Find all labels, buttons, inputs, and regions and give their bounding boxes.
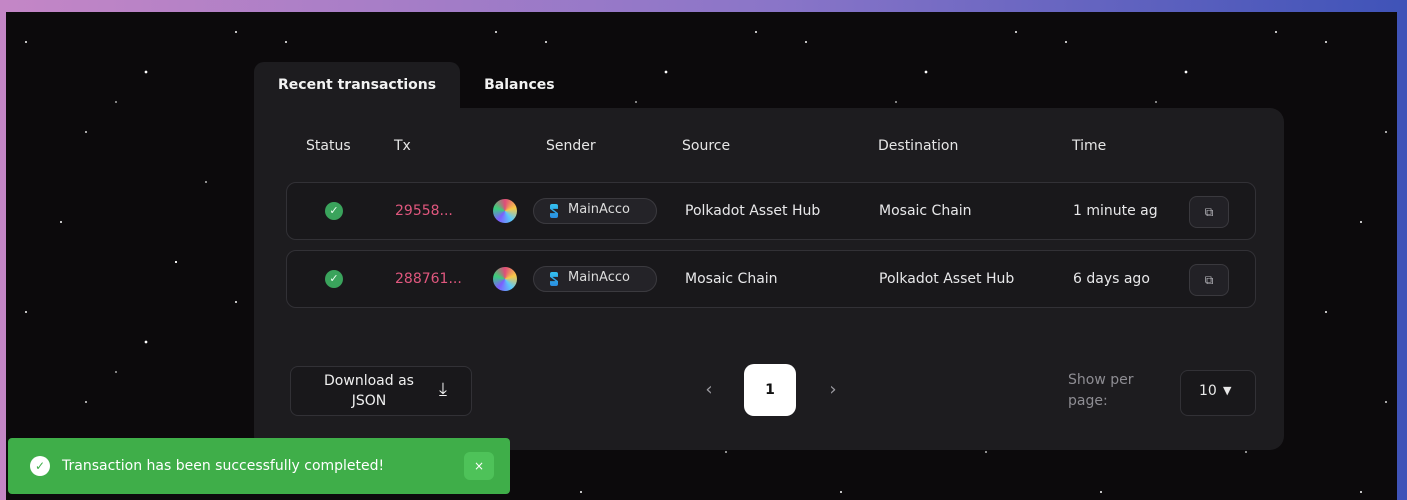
per-page-value: 10 bbox=[1199, 383, 1217, 399]
destination-chain: Polkadot Asset Hub bbox=[879, 271, 1015, 287]
account-logo-icon bbox=[550, 272, 558, 286]
sender-account-chip[interactable]: MainAcco bbox=[533, 198, 657, 224]
prev-page-button[interactable]: ‹ bbox=[684, 364, 734, 416]
external-link-icon[interactable]: ⧉ bbox=[1189, 196, 1229, 228]
per-page-select[interactable]: 10 ▼ bbox=[1180, 370, 1256, 416]
success-status-icon: ✓ bbox=[325, 270, 343, 288]
download-label: Download as JSON bbox=[324, 373, 414, 409]
tx-time: 1 minute ag bbox=[1073, 203, 1158, 219]
sender-account-chip[interactable]: MainAcco bbox=[533, 266, 657, 292]
toast-message: Transaction has been successfully comple… bbox=[62, 458, 385, 474]
next-page-button[interactable]: › bbox=[808, 364, 858, 416]
table-header: Status Tx Sender Source Destination Time bbox=[254, 138, 1284, 162]
column-time: Time bbox=[1072, 138, 1107, 154]
table-row[interactable]: ✓ 29558... MainAcco Polkadot Asset Hub M… bbox=[286, 182, 1256, 240]
tab-bar: Recent transactions Balances bbox=[254, 62, 579, 108]
success-toast: ✓ Transaction has been successfully comp… bbox=[8, 438, 510, 494]
column-source: Source bbox=[682, 138, 731, 154]
transactions-panel: Status Tx Sender Source Destination Time… bbox=[254, 108, 1284, 450]
tx-hash[interactable]: 29558... bbox=[395, 183, 453, 239]
tab-recent-transactions[interactable]: Recent transactions bbox=[254, 62, 461, 108]
sender-avatar bbox=[493, 199, 517, 223]
starfield-background: Recent transactions Balances Status Tx S… bbox=[6, 12, 1397, 500]
tab-balances[interactable]: Balances bbox=[460, 62, 578, 108]
sender-name: MainAcco bbox=[568, 202, 630, 217]
destination-chain: Mosaic Chain bbox=[879, 203, 972, 219]
column-tx: Tx bbox=[394, 138, 411, 154]
sender-avatar bbox=[493, 267, 517, 291]
download-json-button[interactable]: Download as JSON ⤓ bbox=[290, 366, 472, 416]
toast-close-button[interactable]: × bbox=[464, 452, 494, 480]
source-chain: Mosaic Chain bbox=[685, 271, 778, 287]
external-link-icon[interactable]: ⧉ bbox=[1189, 264, 1229, 296]
tx-time: 6 days ago bbox=[1073, 271, 1150, 287]
account-logo-icon bbox=[550, 204, 558, 218]
check-circle-icon: ✓ bbox=[30, 456, 50, 476]
download-icon: ⤓ bbox=[439, 379, 447, 400]
current-page-button[interactable]: 1 bbox=[744, 364, 796, 416]
success-status-icon: ✓ bbox=[325, 202, 343, 220]
source-chain: Polkadot Asset Hub bbox=[685, 203, 821, 219]
column-status: Status bbox=[306, 138, 351, 154]
column-sender: Sender bbox=[546, 138, 596, 154]
sender-name: MainAcco bbox=[568, 270, 630, 285]
per-page-label: Show per page: bbox=[1068, 372, 1134, 409]
table-row[interactable]: ✓ 288761... MainAcco Mosaic Chain Polkad… bbox=[286, 250, 1256, 308]
tx-hash[interactable]: 288761... bbox=[395, 251, 462, 307]
column-destination: Destination bbox=[878, 138, 959, 154]
chevron-down-icon: ▼ bbox=[1223, 384, 1232, 397]
